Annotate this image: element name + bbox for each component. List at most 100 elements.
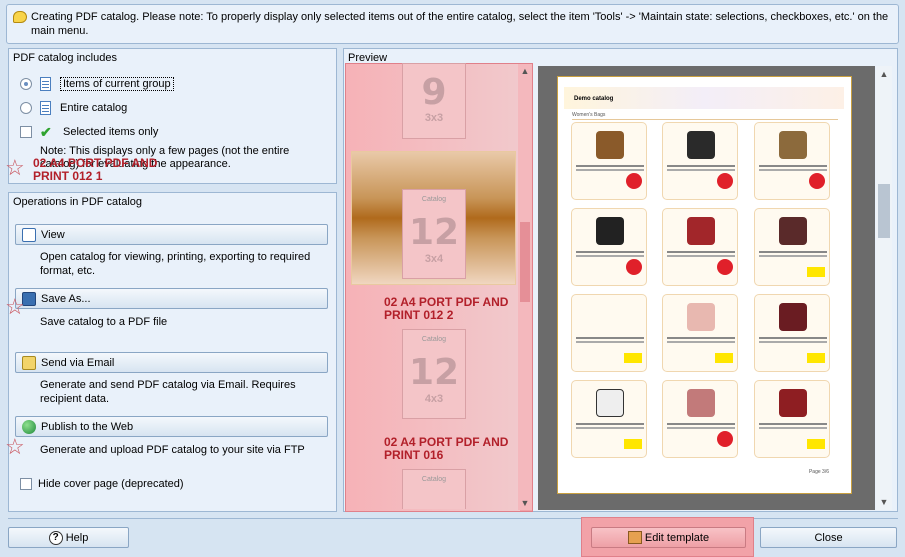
product-caption [759, 337, 827, 339]
globe-icon [22, 419, 36, 434]
page-group-underline [572, 119, 838, 120]
option-current-group[interactable]: Items of current group [20, 75, 174, 93]
thumbnail-grid: 3x3 [424, 112, 444, 124]
product-cell [754, 380, 830, 458]
product-cell [754, 294, 830, 372]
thumbnail-page-9[interactable]: 9 3x3 [402, 63, 466, 139]
thumbnail-scrollbar[interactable]: ▲ ▼ [518, 64, 532, 510]
thumbnail-catalog-label: Catalog [421, 476, 447, 483]
product-cell [662, 122, 738, 200]
discount-badge [717, 431, 733, 447]
publish-web-button-label: Publish to the Web [41, 420, 134, 433]
checkbox-selected-only[interactable] [20, 126, 32, 138]
star-icon: ☆ [5, 155, 25, 180]
thumbnail-label[interactable]: 02 A4 PORT PDF AND PRINT 012 2 [384, 296, 534, 322]
thumbnail-number: 12 [408, 212, 460, 253]
bottom-separator [8, 518, 898, 519]
discount-badge [626, 259, 642, 275]
thumbnail-page-12-4x3[interactable]: Catalog 12 4x3 [402, 329, 466, 419]
product-thumb [687, 131, 715, 159]
option-entire-catalog-label: Entire catalog [60, 102, 128, 114]
product-cell [754, 122, 830, 200]
product-caption [576, 337, 644, 339]
product-thumb [596, 131, 624, 159]
hide-cover-label: Hide cover page (deprecated) [38, 478, 184, 490]
star-icon: ☆ [5, 294, 25, 319]
help-button[interactable]: ? Help [8, 527, 129, 548]
scroll-up-arrow-icon[interactable]: ▲ [518, 64, 532, 78]
page-footer: Page 3/6 [808, 469, 829, 475]
operations-title: Operations in PDF catalog [13, 196, 143, 208]
view-description: Open catalog for viewing, printing, expo… [40, 251, 311, 277]
product-cell [662, 380, 738, 458]
close-button[interactable]: Close [760, 527, 897, 548]
save-as-description: Save catalog to a PDF file [40, 316, 168, 328]
product-cell [754, 208, 830, 286]
product-cell [571, 122, 647, 200]
price-tag [807, 267, 825, 277]
product-cell [662, 208, 738, 286]
thumbnail-number: 9 [421, 72, 447, 113]
edit-template-button-label: Edit template [644, 531, 710, 544]
scroll-up-arrow-icon[interactable]: ▲ [877, 67, 891, 81]
radio-current-group[interactable] [20, 78, 32, 90]
includes-title: PDF catalog includes [13, 52, 117, 64]
view-icon [22, 227, 36, 242]
product-caption [667, 251, 735, 253]
template-icon [627, 531, 642, 544]
close-button-label: Close [814, 531, 843, 544]
view-button-label: View [41, 228, 65, 241]
discount-badge [626, 173, 642, 189]
page-heading: Demo catalog [574, 96, 614, 102]
thumbnail-label[interactable]: 02 A4 PORT PDF AND PRINT 016 [384, 436, 534, 462]
checkbox-hide-cover[interactable] [20, 478, 32, 490]
thumbnail-page-12-3x4[interactable]: Catalog 12 3x4 [402, 189, 466, 279]
info-bubble-icon [13, 11, 27, 23]
discount-badge [717, 173, 733, 189]
hide-cover-option[interactable]: Hide cover page (deprecated) [20, 475, 184, 493]
view-button[interactable]: View [15, 224, 328, 245]
scroll-down-arrow-icon[interactable]: ▼ [877, 495, 891, 509]
option-current-group-label: Items of current group [60, 77, 174, 91]
price-tag [807, 439, 825, 449]
thumbnail-scrollbar-thumb[interactable] [520, 222, 530, 302]
notice-text: Creating PDF catalog. Please note: To pr… [31, 11, 889, 37]
product-thumb [596, 389, 624, 417]
radio-entire-catalog[interactable] [20, 102, 32, 114]
save-as-button[interactable]: Save As... [15, 288, 328, 309]
product-caption [759, 251, 827, 253]
discount-badge [717, 259, 733, 275]
thumbnail-catalog-label: Catalog [421, 336, 447, 343]
send-email-button[interactable]: Send via Email [15, 352, 328, 373]
edit-template-button[interactable]: Edit template [591, 527, 746, 548]
product-cell [571, 208, 647, 286]
info-notice: Creating PDF catalog. Please note: To pr… [6, 4, 899, 44]
thumbnail-number: 12 [408, 352, 460, 393]
option-entire-catalog[interactable]: Entire catalog [20, 99, 127, 117]
scroll-down-arrow-icon[interactable]: ▼ [518, 496, 532, 510]
product-caption [576, 251, 644, 253]
price-tag [624, 439, 642, 449]
page-preview-scrollbar-thumb[interactable] [878, 184, 890, 238]
product-caption [576, 165, 644, 167]
price-tag [624, 353, 642, 363]
product-thumb [779, 217, 807, 245]
product-thumb [779, 303, 807, 331]
product-caption [667, 165, 735, 167]
product-cell [571, 380, 647, 458]
publish-web-description: Generate and upload PDF catalog to your … [40, 444, 305, 456]
option-selected-only-label: Selected items only [63, 126, 159, 138]
discount-badge [809, 173, 825, 189]
document-icon [40, 101, 51, 115]
thumbnail-page-16[interactable]: Catalog [402, 469, 466, 509]
product-cell [662, 294, 738, 372]
envelope-icon [22, 355, 36, 370]
publish-web-button[interactable]: Publish to the Web [15, 416, 328, 437]
thumbnail-label[interactable]: 02 A4 PORT PDF AND PRINT 012 1 [33, 157, 183, 183]
price-tag [715, 353, 733, 363]
page-preview-scrollbar[interactable]: ▲ ▼ [876, 66, 892, 510]
page-group: Women's Bags [572, 112, 606, 118]
option-selected-only[interactable]: ✔ Selected items only [20, 123, 158, 141]
check-mark-icon: ✔ [40, 123, 52, 140]
product-caption [667, 423, 735, 425]
